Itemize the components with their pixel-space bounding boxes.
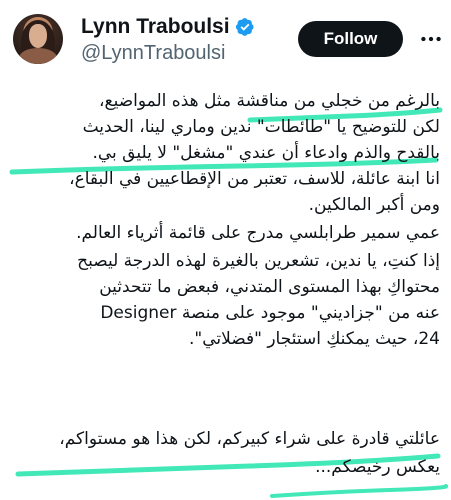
tweet-line-9: عنه من "جزاديني" موجود على منصة Designer	[100, 303, 440, 323]
tweet-line-13: يعكس رخيصكم...	[315, 457, 440, 477]
display-name[interactable]: Lynn Traboulsi	[81, 15, 230, 39]
tweet-line-4: انا ابنة عائلة، للاسف، تعتبر من الإقطاعي…	[69, 169, 440, 189]
tweet-line-5: ومن أكبر المالكين.	[308, 195, 440, 215]
user-name-row: Lynn Traboulsi	[81, 15, 255, 39]
tweet-line-10: 24، حيث يمكنكِ استئجار "فضلاتي".	[188, 329, 440, 349]
tweet-header: Lynn Traboulsi @LynnTraboulsi Follow	[0, 0, 451, 80]
tweet-line-6: عمي سمير طرابلسي مدرج على قائمة أثرياء ا…	[76, 223, 440, 243]
avatar[interactable]	[13, 14, 63, 64]
tweet-line-7: إذا كنتِ، يا ندين، تشعرين بالغيرة لهذه ا…	[77, 251, 440, 271]
avatar-face	[29, 24, 47, 48]
follow-button[interactable]: Follow	[298, 21, 403, 57]
tweet-line-3: بالقدح والذم وادعاء أن عندي "مشغل" لا يل…	[92, 143, 440, 163]
avatar-body	[19, 48, 57, 64]
tweet-line-12: عائلتي قادرة على شراء كبيركم، لكن هذا هو…	[59, 429, 440, 449]
tweet-line-2: لكن للتوضيح يا "طائطات" ندين وماري لينا،…	[82, 117, 440, 137]
verified-badge-icon	[235, 18, 254, 36]
highlight-stroke-4	[270, 484, 449, 498]
tweet-line-8: محتواكِ بهذا المستوى المتدني، فبعض ما تت…	[99, 277, 440, 297]
user-handle[interactable]: @LynnTraboulsi	[81, 41, 225, 65]
tweet-line-1: بالرغم من خجلي من مناقشة مثل هذه المواضي…	[99, 91, 440, 111]
more-horizontal-icon[interactable]	[418, 26, 444, 52]
